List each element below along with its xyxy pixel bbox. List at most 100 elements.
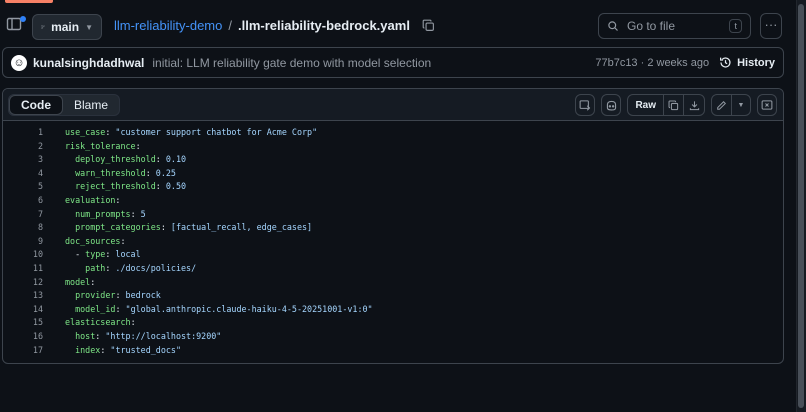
keyboard-shortcut-hint: t bbox=[729, 19, 742, 33]
avatar[interactable]: ☺ bbox=[11, 54, 27, 71]
chevron-down-icon: ▼ bbox=[737, 101, 745, 109]
code-line: 10 - type: local bbox=[3, 248, 783, 262]
code-line-content: evaluation: bbox=[65, 194, 120, 208]
line-number[interactable]: 12 bbox=[3, 276, 43, 290]
symbols-panel-button[interactable] bbox=[575, 94, 596, 116]
more-options-button[interactable]: ··· bbox=[760, 13, 782, 39]
history-icon bbox=[720, 57, 731, 68]
code-line: 8 prompt_categories: [factual_recall, ed… bbox=[3, 221, 783, 235]
code-line-content: elasticsearch: bbox=[65, 316, 136, 330]
pencil-icon bbox=[717, 100, 727, 110]
copy-raw-button[interactable] bbox=[664, 95, 684, 115]
code-line-content: model_id: "global.anthropic.claude-haiku… bbox=[65, 303, 373, 317]
file-actions: Raw ▼ bbox=[575, 94, 777, 116]
commit-sha-time[interactable]: 77b7c13 · 2 weeks ago bbox=[595, 57, 709, 69]
code-indent: - bbox=[65, 249, 86, 260]
line-number[interactable]: 3 bbox=[3, 153, 43, 167]
line-number[interactable]: 7 bbox=[3, 208, 43, 222]
line-number[interactable]: 4 bbox=[3, 167, 43, 181]
kebab-horizontal-icon: ··· bbox=[764, 17, 778, 32]
search-icon bbox=[608, 21, 618, 31]
file-header-bar: main ▼ llm-reliability-demo / .llm-relia… bbox=[0, 12, 796, 40]
history-label: History bbox=[737, 56, 775, 69]
yaml-key: host bbox=[75, 330, 96, 341]
line-number[interactable]: 17 bbox=[3, 344, 43, 358]
line-number[interactable]: 8 bbox=[3, 221, 43, 235]
code-line: 13 provider: bedrock bbox=[3, 289, 783, 303]
page-scrollbar[interactable] bbox=[796, 0, 806, 412]
code-line: 14 model_id: "global.anthropic.claude-ha… bbox=[3, 303, 783, 317]
yaml-value: [factual_recall, edge_cases] bbox=[165, 222, 313, 233]
line-number[interactable]: 2 bbox=[3, 140, 43, 154]
yaml-key: num_prompts bbox=[75, 208, 131, 219]
code-line: 9 doc_sources: bbox=[3, 235, 783, 249]
code-line-content: reject_threshold: 0.50 bbox=[65, 180, 186, 194]
code-line-content: prompt_categories: [factual_recall, edge… bbox=[65, 221, 312, 235]
code-line-content: num_prompts: 5 bbox=[65, 208, 146, 222]
edit-file-button[interactable] bbox=[712, 95, 732, 115]
edit-options-dropdown[interactable]: ▼ bbox=[732, 95, 750, 115]
yaml-colon: : bbox=[115, 194, 121, 205]
yaml-key: index bbox=[75, 344, 101, 355]
code-line: 15 elasticsearch: bbox=[3, 316, 783, 330]
line-number[interactable]: 6 bbox=[3, 194, 43, 208]
copy-icon bbox=[668, 100, 679, 110]
line-number[interactable]: 11 bbox=[3, 262, 43, 276]
yaml-key: model bbox=[65, 276, 91, 287]
raw-button[interactable]: Raw bbox=[628, 95, 664, 115]
line-number[interactable]: 16 bbox=[3, 330, 43, 344]
tab-blame[interactable]: Blame bbox=[63, 95, 119, 115]
line-number[interactable]: 10 bbox=[3, 248, 43, 262]
history-button[interactable]: History bbox=[719, 56, 775, 69]
code-blame-toggle: Code Blame bbox=[8, 94, 121, 116]
code-line: 2 risk_tolerance: bbox=[3, 140, 783, 154]
yaml-value: "http://localhost:9200" bbox=[100, 330, 222, 341]
download-button[interactable] bbox=[684, 95, 704, 115]
code-line-content: model: bbox=[65, 276, 95, 290]
line-number[interactable]: 9 bbox=[3, 235, 43, 249]
yaml-value: "trusted_docs" bbox=[105, 344, 181, 355]
scrollbar-thumb[interactable] bbox=[798, 4, 804, 408]
code-line: 17 index: "trusted_docs" bbox=[3, 344, 783, 358]
yaml-key: prompt_categories bbox=[75, 222, 161, 233]
copy-path-icon[interactable] bbox=[422, 19, 436, 33]
breadcrumb-repo-link[interactable]: llm-reliability-demo bbox=[114, 18, 222, 33]
line-number[interactable]: 14 bbox=[3, 303, 43, 317]
code-line: 3 deploy_threshold: 0.10 bbox=[3, 153, 783, 167]
code-listing: 1 use_case: "customer support chatbot for… bbox=[3, 121, 783, 357]
tab-code[interactable]: Code bbox=[9, 95, 63, 115]
go-to-file-input[interactable]: Go to file t bbox=[598, 13, 751, 39]
yaml-value: ./docs/policies/ bbox=[110, 262, 197, 273]
yaml-key: evaluation bbox=[65, 194, 116, 205]
code-line-content: path: ./docs/policies/ bbox=[65, 262, 196, 276]
yaml-key: doc_sources bbox=[65, 235, 121, 246]
download-icon bbox=[689, 100, 699, 110]
yaml-key: path bbox=[85, 262, 106, 273]
line-number[interactable]: 1 bbox=[3, 126, 43, 140]
breadcrumb-separator: / bbox=[228, 18, 232, 33]
commit-message[interactable]: initial: LLM reliability gate demo with … bbox=[152, 56, 431, 70]
commit-author[interactable]: kunalsinghdadhwal bbox=[33, 56, 144, 70]
go-to-file-placeholder: Go to file bbox=[627, 19, 676, 33]
breadcrumb-file-name: .llm-reliability-bedrock.yaml bbox=[237, 18, 410, 33]
branch-selector-button[interactable]: main ▼ bbox=[32, 14, 102, 40]
raw-copy-download-group: Raw bbox=[627, 94, 705, 116]
yaml-value: local bbox=[110, 249, 141, 260]
yaml-colon: : bbox=[130, 317, 136, 328]
breadcrumb: llm-reliability-demo / .llm-reliability-… bbox=[114, 18, 436, 33]
copilot-button[interactable] bbox=[601, 94, 622, 116]
line-number[interactable]: 5 bbox=[3, 180, 43, 194]
yaml-value: 0.10 bbox=[160, 154, 187, 165]
sidebar-toggle-icon[interactable] bbox=[6, 16, 26, 36]
line-number[interactable]: 15 bbox=[3, 316, 43, 330]
yaml-colon: : bbox=[90, 276, 96, 287]
symbols-toggle-button[interactable] bbox=[757, 94, 777, 116]
code-line: 7 num_prompts: 5 bbox=[3, 208, 783, 222]
code-line-content: doc_sources: bbox=[65, 235, 126, 249]
line-number[interactable]: 13 bbox=[3, 289, 43, 303]
edit-group: ▼ bbox=[711, 94, 751, 116]
